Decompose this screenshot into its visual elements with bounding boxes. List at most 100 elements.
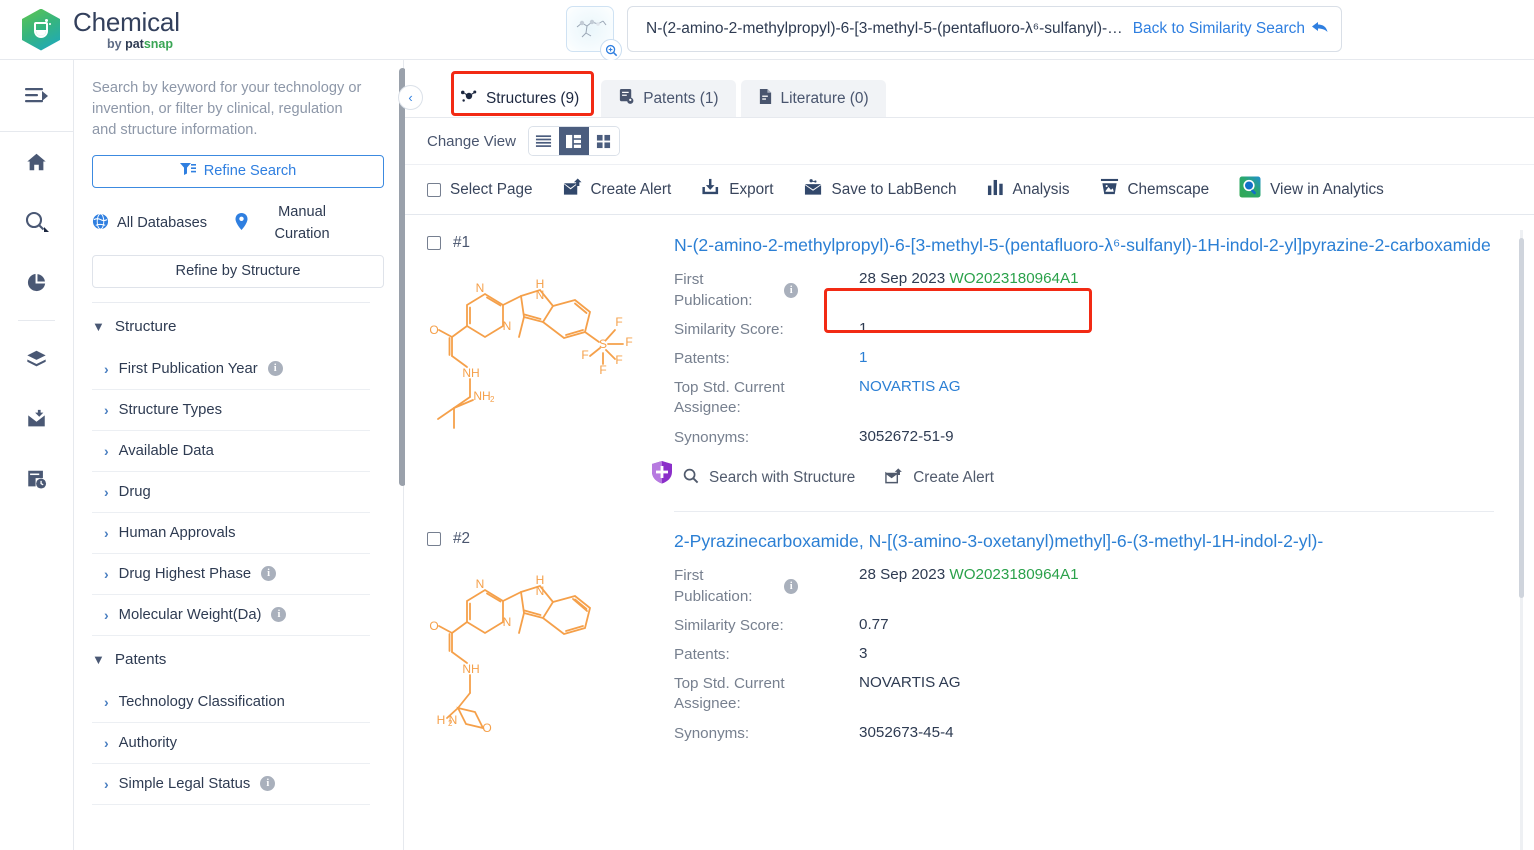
- manual-curation-label[interactable]: Manual Curation: [258, 201, 346, 246]
- sidebar-item-drug[interactable]: › Drug: [92, 472, 370, 513]
- create-alert-icon: [563, 178, 582, 201]
- result-title[interactable]: N-(2-amino-2-methylpropyl)-6-[3-methyl-5…: [674, 234, 1494, 257]
- search-with-structure-button[interactable]: Search with Structure: [683, 468, 855, 489]
- tab-bar: Structures (9) Patents (1) Literature (0…: [405, 60, 1534, 118]
- molecule-thumbnail-icon[interactable]: [566, 6, 622, 61]
- svg-text:O: O: [429, 619, 438, 633]
- search-input[interactable]: N-(2-amino-2-methylpropyl)-6-[3-methyl-5…: [646, 20, 1125, 38]
- svg-text:F: F: [615, 353, 622, 367]
- filter-sidebar: Search by keyword for your technology or…: [74, 60, 404, 850]
- zoom-in-icon[interactable]: [600, 39, 622, 61]
- first-publication-value: 28 Sep 2023 WO2023180964A1: [798, 270, 1079, 287]
- create-alert-label: Create Alert: [590, 180, 672, 198]
- info-icon[interactable]: i: [784, 283, 798, 299]
- info-icon[interactable]: i: [261, 566, 277, 582]
- result-metadata: First Publication: i 28 Sep 2023 WO20231…: [674, 270, 1494, 448]
- app-header: Chemical by patsnap N-(2-amino-2-methylp…: [0, 0, 1534, 61]
- patents-value[interactable]: 3: [798, 645, 867, 662]
- molecule-structure-image[interactable]: N N H N O NH NH 2 S F F F F F: [427, 260, 672, 484]
- location-pin-icon[interactable]: [235, 212, 248, 234]
- result-card-2: #2 N N H N O NH H 2 N O 2-Pyrazinecarbox…: [405, 512, 1534, 756]
- database-selector-row: All Databases Manual Curation: [92, 201, 384, 246]
- chevron-right-icon: ›: [104, 360, 109, 377]
- rail-divider: [18, 320, 55, 321]
- info-icon[interactable]: i: [784, 579, 798, 595]
- sidebar-item-alerts[interactable]: [0, 389, 73, 449]
- app-logo[interactable]: Chemical by patsnap: [22, 8, 180, 51]
- synonyms-value: 3052673-45-4: [859, 723, 954, 741]
- result-checkbox[interactable]: [427, 531, 441, 546]
- card-view-icon[interactable]: [558, 127, 589, 155]
- sidebar-item-available-data[interactable]: › Available Data: [92, 431, 370, 472]
- chevron-right-icon: ›: [104, 483, 109, 500]
- sidebar-item-human-approvals[interactable]: › Human Approvals: [92, 513, 370, 554]
- filter-group-structure[interactable]: ▼ Structure: [92, 303, 370, 349]
- patents-label: Patents:: [674, 350, 730, 368]
- save-to-labbench-button[interactable]: Save to LabBench: [804, 178, 957, 201]
- refine-search-button[interactable]: Refine Search: [92, 154, 384, 188]
- sidebar-item-history[interactable]: [0, 449, 73, 509]
- all-databases-selector[interactable]: All Databases: [92, 213, 207, 234]
- synonyms-label: Synonyms:: [674, 724, 750, 742]
- filter-group-patents[interactable]: ▼ Patents: [92, 636, 370, 682]
- menu-collapse-icon: [24, 87, 48, 102]
- synonyms-value: 3052672-51-9: [859, 427, 954, 445]
- sidebar-item-first-publication-year[interactable]: › First Publication Year i: [92, 349, 370, 390]
- sidebar-item-drug-highest-phase[interactable]: › Drug Highest Phase i: [92, 554, 370, 595]
- patents-value[interactable]: 1: [798, 349, 867, 366]
- info-icon[interactable]: i: [267, 361, 283, 377]
- sidebar-item-simple-legal-status[interactable]: › Simple Legal Status i: [92, 764, 370, 805]
- filter-group-structure-label: Structure: [114, 317, 177, 335]
- grid-view-icon[interactable]: [588, 127, 619, 155]
- first-publication-label-group: First Publication: i: [674, 270, 798, 310]
- tab-literature[interactable]: Literature (0): [740, 80, 886, 117]
- structure-search-box[interactable]: N-(2-amino-2-methylpropyl)-6-[3-methyl-5…: [627, 6, 1342, 52]
- list-view-icon[interactable]: [528, 127, 559, 155]
- result-index-row: #2: [427, 530, 665, 548]
- sidebar-item-workspace[interactable]: [0, 329, 73, 389]
- view-in-analytics-icon: [1239, 176, 1261, 203]
- main-scrollbar[interactable]: [1519, 238, 1524, 598]
- info-icon[interactable]: i: [260, 776, 276, 792]
- select-page-button[interactable]: Select Page: [427, 181, 533, 199]
- create-alert-card-label: Create Alert: [913, 469, 995, 487]
- view-in-analytics-button[interactable]: View in Analytics: [1239, 176, 1384, 203]
- sidebar-item-technology-classification[interactable]: › Technology Classification: [92, 682, 370, 723]
- checkbox-icon[interactable]: [427, 182, 441, 197]
- result-metadata: First Publication: i 28 Sep 2023 WO20231…: [674, 566, 1494, 744]
- first-publication-code: WO2023180964A1: [949, 270, 1079, 288]
- sidebar-item-authority[interactable]: › Authority: [92, 723, 370, 764]
- assignee-value[interactable]: NOVARTIS AG: [798, 378, 961, 395]
- result-title[interactable]: 2-Pyrazinecarboxamide, N-[(3-amino-3-oxe…: [674, 530, 1494, 553]
- analysis-button[interactable]: Analysis: [987, 179, 1070, 201]
- export-button[interactable]: Export: [701, 178, 774, 201]
- patent-document-icon: [618, 88, 635, 110]
- sidebar-item-search[interactable]: [0, 192, 73, 252]
- sidebar-item-home[interactable]: [0, 132, 73, 192]
- sidebar-item-structure-types[interactable]: › Structure Types: [92, 390, 370, 431]
- result-checkbox[interactable]: [427, 236, 441, 250]
- filter-label: Authority: [118, 734, 178, 751]
- home-icon: [27, 153, 46, 171]
- refine-by-structure-button[interactable]: Refine by Structure: [92, 254, 384, 288]
- chevron-right-icon: ›: [104, 606, 109, 623]
- tab-patents[interactable]: Patents (1): [601, 80, 736, 117]
- sidebar-hint-text: Search by keyword for your technology or…: [92, 80, 362, 138]
- svg-text:NH: NH: [462, 366, 479, 380]
- svg-text:N: N: [536, 288, 545, 302]
- sidebar-item-menu-collapse[interactable]: [0, 60, 73, 132]
- info-icon[interactable]: i: [271, 607, 287, 623]
- tab-structures[interactable]: Structures (9): [443, 80, 597, 117]
- create-alert-button[interactable]: Create Alert: [563, 178, 672, 201]
- back-to-similarity-search-link[interactable]: Back to Similarity Search: [1133, 19, 1329, 39]
- molecule-structure-image[interactable]: N N H N O NH H 2 N O: [427, 556, 657, 756]
- refine-search-label: Refine Search: [203, 163, 297, 180]
- assignee-value[interactable]: NOVARTIS AG: [798, 674, 961, 691]
- logo-subtitle: by patsnap: [107, 36, 173, 51]
- sidebar-item-analytics[interactable]: [0, 252, 73, 312]
- create-alert-card-button[interactable]: Create Alert: [885, 468, 994, 489]
- chemscape-button[interactable]: Chemscape: [1100, 178, 1209, 201]
- chevron-right-icon: ›: [104, 401, 109, 418]
- sidebar-item-molecular-weight[interactable]: › Molecular Weight(Da) i: [92, 595, 370, 636]
- sidebar-collapse-button[interactable]: ‹: [398, 85, 423, 110]
